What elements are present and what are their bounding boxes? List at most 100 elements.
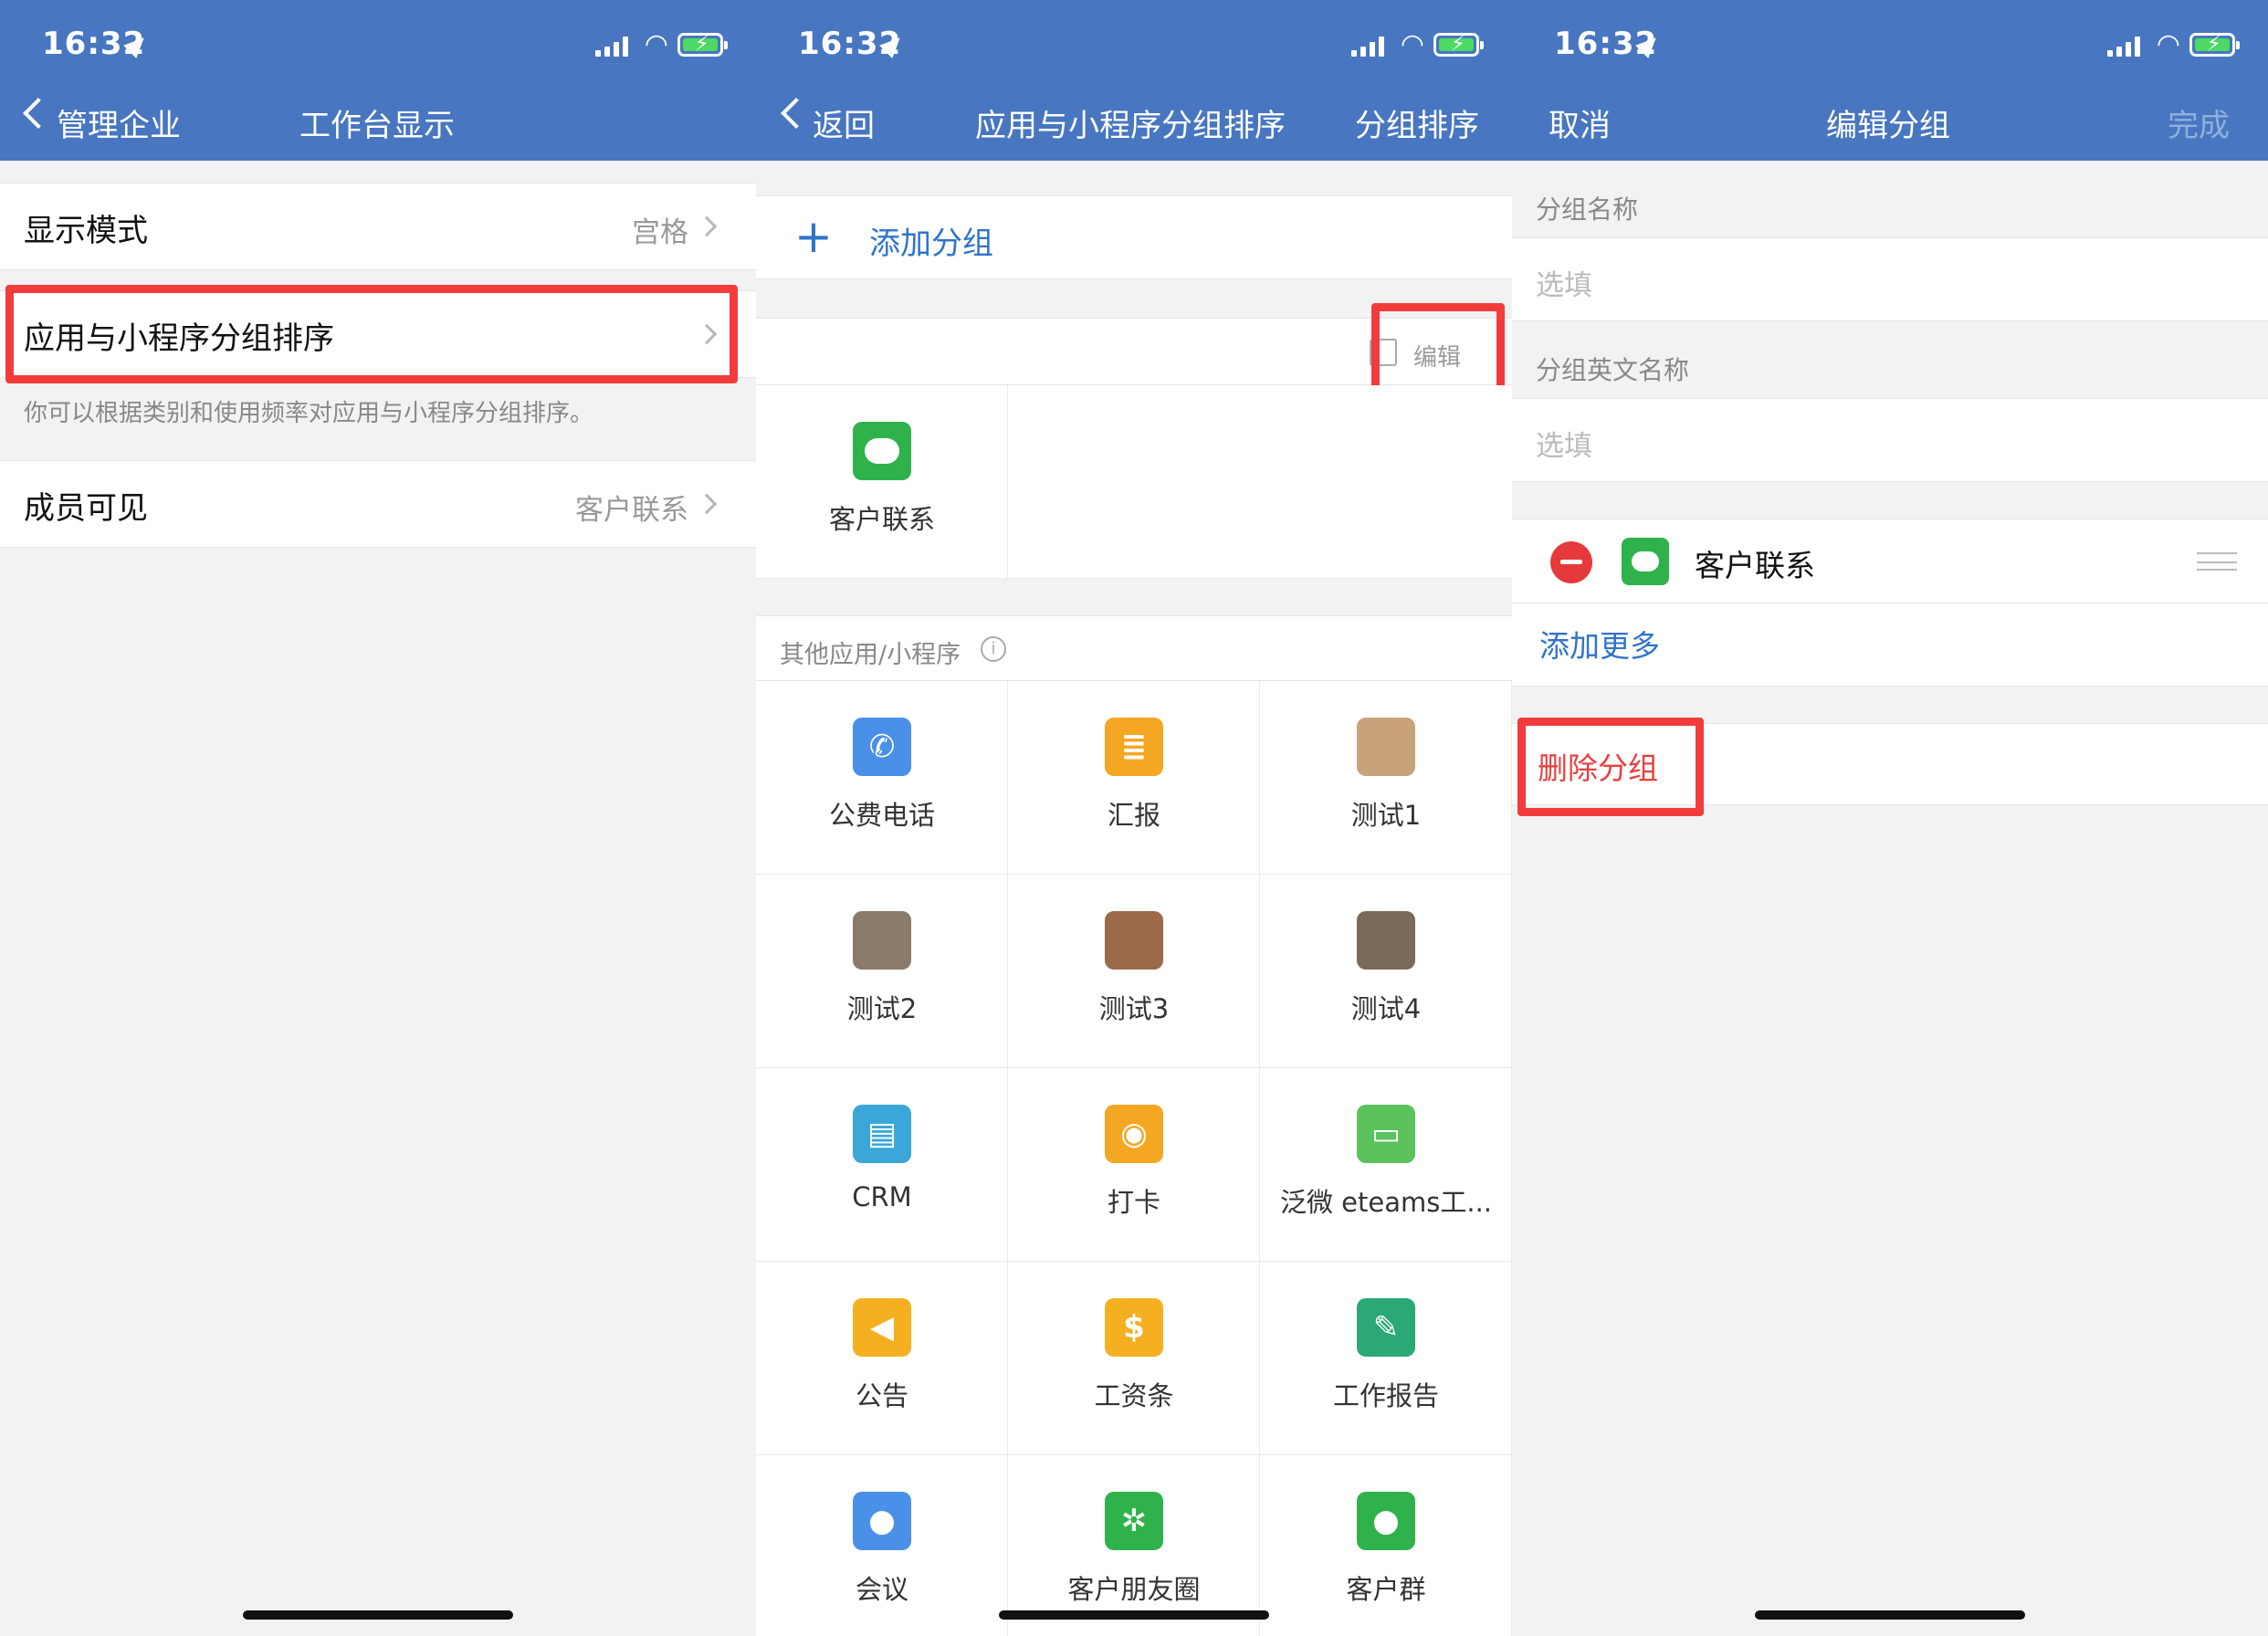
app-cell[interactable]: ◉ 打卡 bbox=[1008, 1068, 1260, 1262]
nav-bar: 16:32 ◠ ⚡ 管理企业 工作台显示 bbox=[0, 0, 756, 161]
wifi-icon: ◠ bbox=[644, 28, 668, 60]
add-group-row[interactable]: + 添加分组 bbox=[756, 195, 1512, 279]
plus-icon: + bbox=[794, 210, 833, 263]
app-cell[interactable]: ✆ 公费电话 bbox=[756, 681, 1008, 875]
app-cell[interactable]: ● 客户群 bbox=[1260, 1455, 1512, 1636]
done-button[interactable]: 完成 bbox=[2168, 100, 2230, 145]
app-name: 打卡 bbox=[1107, 1187, 1160, 1218]
row-label: 成员可见 bbox=[24, 490, 148, 527]
home-indicator bbox=[243, 1610, 513, 1620]
wifi-icon: ◠ bbox=[2156, 28, 2180, 60]
group-name-placeholder: 选填 bbox=[1536, 269, 1592, 302]
display-mode-row[interactable]: 显示模式 宫格 bbox=[0, 183, 756, 270]
group-name-field[interactable]: 选填 bbox=[1512, 237, 2268, 321]
add-more-button[interactable]: 添加更多 bbox=[1539, 622, 1660, 666]
group-sort-screen: 16:32 ◠ ⚡ 返回 应用与小程序分组排序 分组排序 + 添加分组 编辑 客… bbox=[756, 0, 1512, 1636]
highlight-box bbox=[1517, 718, 1704, 816]
app-name: 测试3 bbox=[1098, 993, 1170, 1024]
photo-icon bbox=[1357, 718, 1415, 776]
home-indicator bbox=[999, 1610, 1269, 1620]
app-name: CRM bbox=[852, 1181, 912, 1212]
app-cell[interactable]: 测试3 bbox=[1008, 875, 1260, 1068]
salary-icon: $ bbox=[1105, 1298, 1163, 1357]
chevron-right-icon bbox=[696, 493, 718, 515]
home-indicator bbox=[1755, 1610, 2025, 1620]
photo-icon bbox=[853, 911, 911, 970]
group-app-cell[interactable]: 客户联系 bbox=[756, 385, 1008, 579]
back-button[interactable]: 管理企业 bbox=[57, 100, 181, 145]
add-group-label: 添加分组 bbox=[869, 225, 993, 262]
meeting-icon: ● bbox=[853, 1492, 911, 1550]
app-cell[interactable]: ◀ 公告 bbox=[756, 1262, 1008, 1455]
app-cell[interactable]: ● 会议 bbox=[756, 1455, 1008, 1636]
app-name: 汇报 bbox=[1107, 800, 1160, 831]
row-value: 宫格 bbox=[632, 216, 688, 249]
report-icon: ≣ bbox=[1105, 718, 1163, 776]
id-card-icon: ▤ bbox=[853, 1105, 911, 1163]
app-cell[interactable]: ✲ 客户朋友圈 bbox=[1008, 1455, 1260, 1636]
page-title: 应用与小程序分组排序 bbox=[975, 108, 1286, 144]
workbench-display-screen: 16:32 ◠ ⚡ 管理企业 工作台显示 显示模式 宫格 应用与小程序分组排序 … bbox=[0, 0, 756, 1636]
app-name: 公告 bbox=[855, 1380, 908, 1411]
app-cell[interactable]: 测试4 bbox=[1260, 875, 1512, 1068]
app-name: 公费电话 bbox=[828, 800, 935, 831]
page-title: 编辑分组 bbox=[1826, 108, 1950, 144]
app-cell[interactable]: ▭ 泛微 eteams工... bbox=[1260, 1068, 1512, 1262]
wifi-icon: ◠ bbox=[1400, 28, 1424, 60]
back-chevron-icon[interactable] bbox=[781, 98, 812, 129]
other-apps-header: 其他应用/小程序 i bbox=[756, 615, 1512, 681]
photo-icon bbox=[1357, 911, 1415, 970]
row-value: 客户联系 bbox=[575, 494, 688, 527]
group-en-name-section: 分组英文名称 bbox=[1536, 355, 1690, 385]
cancel-button[interactable]: 取消 bbox=[1549, 100, 1611, 145]
megaphone-icon: ◀ bbox=[853, 1298, 911, 1357]
group-en-name-field[interactable]: 选填 bbox=[1512, 398, 2268, 482]
app-cell[interactable]: 测试1 bbox=[1260, 681, 1512, 875]
app-name: 测试4 bbox=[1350, 993, 1422, 1024]
app-name: 客户群 bbox=[1346, 1574, 1426, 1605]
edit-group-screen: 16:32 ◠ ⚡ 取消 编辑分组 完成 分组名称 选填 分组英文名称 选填 客… bbox=[1512, 0, 2268, 1636]
info-icon[interactable]: i bbox=[981, 636, 1006, 662]
nav-bar: 16:32 ◠ ⚡ 取消 编辑分组 完成 bbox=[1512, 0, 2268, 161]
app-name: 测试2 bbox=[846, 993, 918, 1024]
page-title: 工作台显示 bbox=[299, 108, 455, 144]
app-name: 工作报告 bbox=[1332, 1380, 1439, 1411]
app-name: 工资条 bbox=[1094, 1380, 1174, 1411]
aperture-icon: ✲ bbox=[1105, 1492, 1163, 1550]
battery-icon: ⚡ bbox=[1433, 33, 1484, 57]
app-cell[interactable]: ≣ 汇报 bbox=[1008, 681, 1260, 875]
nav-bar: 16:32 ◠ ⚡ 返回 应用与小程序分组排序 分组排序 bbox=[756, 0, 1512, 161]
group-sort-hint: 你可以根据类别和使用频率对应用与小程序分组排序。 bbox=[24, 400, 594, 427]
photo-icon bbox=[1105, 911, 1163, 970]
cellular-signal-icon bbox=[1351, 37, 1386, 57]
battery-icon: ⚡ bbox=[677, 33, 728, 57]
app-name: 会议 bbox=[855, 1574, 908, 1605]
group-en-name-placeholder: 选填 bbox=[1536, 430, 1592, 463]
chat-bubble-icon bbox=[1622, 538, 1669, 585]
group-name-section: 分组名称 bbox=[1536, 194, 1639, 225]
edit-report-icon: ✎ bbox=[1357, 1298, 1415, 1357]
cellular-signal-icon bbox=[2107, 37, 2142, 57]
group-sort-button[interactable]: 分组排序 bbox=[1355, 100, 1479, 145]
drag-handle-icon[interactable] bbox=[2197, 552, 2237, 571]
cellular-signal-icon bbox=[595, 37, 630, 57]
app-name: 泛微 eteams工... bbox=[1279, 1187, 1493, 1218]
app-cell[interactable]: ✎ 工作报告 bbox=[1260, 1262, 1512, 1455]
other-apps-label: 其他应用/小程序 bbox=[780, 641, 961, 669]
app-name: 客户朋友圈 bbox=[1067, 1574, 1201, 1605]
back-button[interactable]: 返回 bbox=[813, 100, 875, 145]
remove-icon[interactable] bbox=[1550, 541, 1592, 583]
app-name: 测试1 bbox=[1350, 800, 1422, 831]
member-visible-row[interactable]: 成员可见 客户联系 bbox=[0, 460, 756, 548]
card-icon: ▭ bbox=[1357, 1105, 1415, 1163]
location-pin-icon: ◉ bbox=[1105, 1105, 1163, 1163]
chat-bubble-icon bbox=[853, 422, 911, 480]
app-cell[interactable]: ▤ CRM bbox=[756, 1068, 1008, 1262]
app-cell[interactable]: 测试2 bbox=[756, 875, 1008, 1068]
back-chevron-icon[interactable] bbox=[23, 98, 54, 129]
app-cell[interactable]: $ 工资条 bbox=[1008, 1262, 1260, 1455]
member-name: 客户联系 bbox=[1695, 548, 1815, 583]
highlight-box bbox=[5, 285, 738, 383]
empty-cell bbox=[1008, 385, 1512, 579]
group-members-list: 客户联系 添加更多 bbox=[1512, 519, 2268, 687]
